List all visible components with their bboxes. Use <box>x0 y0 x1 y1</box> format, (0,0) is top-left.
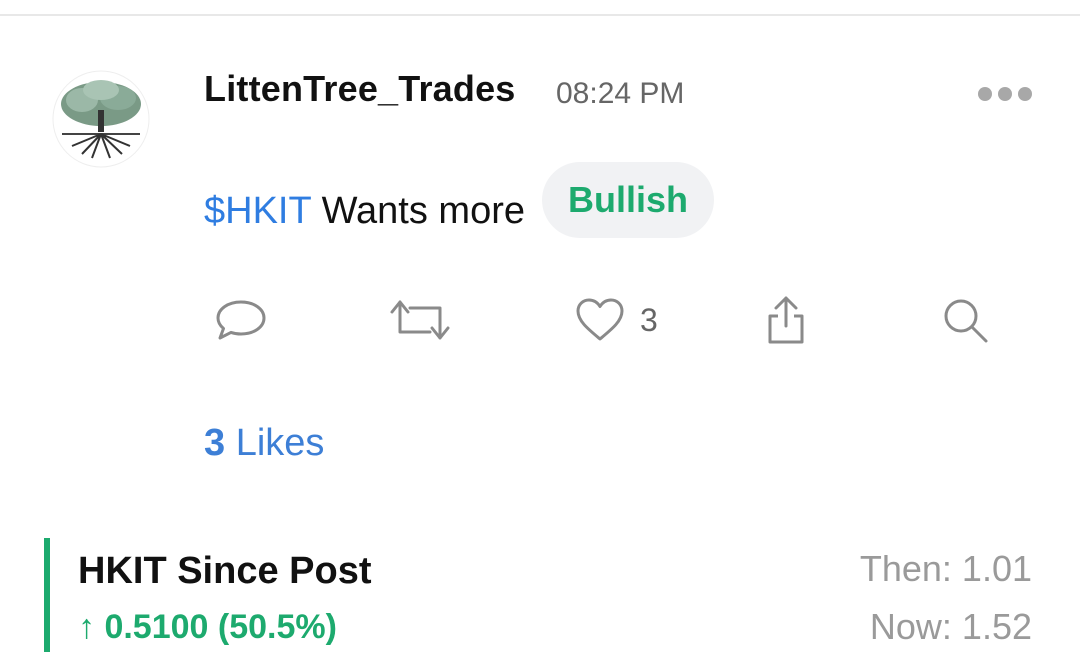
avatar[interactable] <box>52 70 150 168</box>
comment-icon <box>216 300 266 340</box>
like-button[interactable]: 3 <box>574 294 658 346</box>
performance-change: ↑ 0.5100 (50.5%) <box>78 608 337 646</box>
price-now: Now: 1.52 <box>869 606 1032 647</box>
sentiment-badge: Bullish <box>542 162 714 238</box>
search-icon <box>944 299 988 343</box>
reply-button[interactable] <box>214 294 268 346</box>
likes-summary-label: Likes <box>225 422 325 464</box>
price-performance-card[interactable]: HKIT Since Post ↑ 0.5100 (50.5%) Then: 1… <box>44 538 1040 652</box>
top-divider <box>0 14 1080 16</box>
more-dots-icon[interactable] <box>978 84 1040 104</box>
share-icon <box>768 296 804 344</box>
heart-icon <box>576 298 624 341</box>
tree-avatar-image <box>52 70 150 168</box>
performance-accent-bar <box>44 538 50 652</box>
post-text: Wants more <box>311 190 525 232</box>
post-message: $HKIT Wants more <box>204 190 525 233</box>
share-button[interactable] <box>764 294 808 346</box>
cashtag-link[interactable]: $HKIT <box>204 190 311 232</box>
repost-button[interactable] <box>386 294 454 346</box>
likes-summary-count: 3 <box>204 422 226 464</box>
performance-title: HKIT Since Post <box>78 550 372 592</box>
repost-icon <box>390 300 450 340</box>
post-timestamp: 08:24 PM <box>556 77 685 110</box>
like-count: 3 <box>640 301 658 338</box>
username[interactable]: LittenTree_Trades <box>204 68 516 110</box>
likes-summary-link[interactable]: 3 Likes <box>204 422 324 465</box>
price-then: Then: 1.01 <box>859 548 1032 589</box>
search-button[interactable] <box>940 294 990 346</box>
